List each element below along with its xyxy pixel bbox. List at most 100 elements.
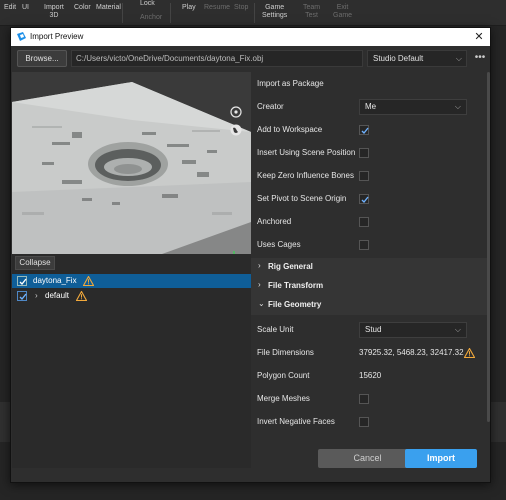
import-as-package-row: Import as Package (251, 73, 479, 96)
ribbon-color[interactable]: Color (74, 4, 91, 12)
roblox-studio-icon (17, 32, 26, 41)
add-to-workspace-row: Add to Workspace (251, 119, 479, 142)
invert-negative-faces-checkbox[interactable] (359, 417, 369, 427)
import-settings-panel: Import as Package Creator Me ⌵ Add to Wo… (251, 72, 487, 468)
ribbon-lock[interactable]: Lock (140, 0, 155, 8)
ribbon-stop[interactable]: Stop (234, 4, 248, 12)
ribbon-edit[interactable]: Edit (4, 4, 16, 12)
checkmark-icon (361, 127, 369, 135)
globe-icon[interactable] (229, 123, 243, 137)
import-button[interactable]: Import (405, 449, 477, 468)
properties-scrollbar[interactable] (487, 72, 490, 422)
add-to-workspace-label: Add to Workspace (257, 125, 323, 134)
ribbon-divider (254, 3, 255, 23)
uses-cages-checkbox[interactable] (359, 240, 369, 250)
close-button[interactable]: ✕ (473, 30, 485, 44)
title-bar[interactable]: Import Preview ✕ (11, 28, 490, 46)
anchored-checkbox[interactable] (359, 217, 369, 227)
scale-unit-value: Stud (365, 325, 382, 334)
insert-using-scene-position-label: Insert Using Scene Position (257, 148, 356, 157)
chevron-down-icon: ⌵ (454, 102, 461, 111)
more-options-button[interactable]: ••• (473, 50, 487, 67)
creator-value: Me (365, 102, 377, 111)
file-path-field[interactable]: C:/Users/victo/OneDrive/Documents/dayton… (71, 50, 363, 67)
invert-negative-faces-label: Invert Negative Faces (257, 417, 335, 426)
add-to-workspace-checkbox[interactable] (359, 125, 369, 135)
tree-label: daytona_Fix (33, 276, 77, 285)
ribbon-resume[interactable]: Resume (204, 4, 230, 12)
tree-row-default[interactable]: › default (12, 289, 251, 303)
browse-button[interactable]: Browse... (17, 50, 67, 67)
ribbon-anchor[interactable]: Anchor (140, 14, 162, 22)
ribbon-team-test[interactable]: Team Test (303, 4, 320, 20)
file-transform-section[interactable]: › File Transform (251, 277, 487, 296)
chevron-right-icon: › (258, 280, 261, 289)
polygon-count-label: Polygon Count (257, 371, 310, 380)
rotate-view-icon[interactable] (229, 105, 243, 119)
warning-triangle-icon (83, 276, 94, 286)
insert-using-scene-position-row: Insert Using Scene Position (251, 142, 479, 165)
warning-triangle-icon (76, 291, 87, 301)
keep-zero-influence-bones-checkbox[interactable] (359, 171, 369, 181)
merge-meshes-label: Merge Meshes (257, 394, 310, 403)
scale-unit-label: Scale Unit (257, 325, 294, 334)
tree-checkbox[interactable] (17, 291, 27, 301)
invert-negative-faces-row: Invert Negative Faces (251, 411, 479, 434)
file-dimensions-row: File Dimensions 37925.32, 5468.23, 32417… (251, 342, 479, 365)
anchored-label: Anchored (257, 217, 292, 226)
chevron-right-icon: › (258, 261, 261, 270)
chevron-right-icon[interactable]: › (35, 289, 38, 303)
import-preview-dialog: Import Preview ✕ Browse... C:/Users/vict… (10, 27, 491, 483)
cancel-button[interactable]: Cancel (318, 449, 417, 468)
set-pivot-to-scene-origin-label: Set Pivot to Scene Origin (257, 194, 347, 203)
keep-zero-influence-bones-label: Keep Zero Influence Bones (257, 171, 354, 180)
ribbon-exit-game[interactable]: Exit Game (333, 4, 352, 20)
ribbon-divider (122, 3, 123, 23)
merge-meshes-row: Merge Meshes (251, 388, 479, 411)
ribbon-material[interactable]: Material (96, 4, 121, 12)
ribbon-divider (170, 3, 171, 23)
file-geometry-section[interactable]: ⌄ File Geometry (251, 296, 487, 315)
keep-zero-influence-bones-row: Keep Zero Influence Bones (251, 165, 479, 188)
model-preview-viewport[interactable] (12, 72, 251, 254)
file-toolbar: Browse... C:/Users/victo/OneDrive/Docume… (11, 46, 490, 71)
section-title: File Transform (268, 281, 324, 290)
chevron-down-icon: ⌄ (258, 299, 265, 308)
polygon-count-row: Polygon Count 15620 (251, 365, 479, 388)
creator-dropdown[interactable]: Me ⌵ (359, 99, 467, 115)
uses-cages-label: Uses Cages (257, 240, 301, 249)
rig-general-section[interactable]: › Rig General (251, 258, 487, 277)
ribbon-ui[interactable]: UI (22, 4, 29, 12)
preset-dropdown[interactable]: Studio Default ⌵ (367, 50, 467, 67)
creator-row: Creator Me ⌵ (251, 96, 479, 119)
model-hierarchy-panel: Collapse daytona_Fix › default (12, 254, 251, 468)
preset-value: Studio Default (373, 54, 424, 63)
tree-checkbox[interactable] (17, 276, 27, 286)
import-as-package-label: Import as Package (257, 79, 324, 88)
scale-unit-dropdown[interactable]: Stud ⌵ (359, 322, 467, 338)
checkmark-icon (361, 196, 369, 204)
checkmark-icon (19, 293, 27, 301)
creator-label: Creator (257, 102, 284, 111)
uses-cages-row: Uses Cages (251, 234, 479, 257)
warning-triangle-icon (464, 348, 475, 358)
set-pivot-to-scene-origin-checkbox[interactable] (359, 194, 369, 204)
studio-ribbon: Edit UI Import 3D Color Material Lock An… (0, 0, 506, 26)
chevron-down-icon: ⌵ (454, 325, 461, 334)
polygon-count-value: 15620 (359, 371, 382, 380)
collapse-button[interactable]: Collapse (15, 256, 55, 270)
section-title: Rig General (268, 262, 313, 271)
section-title: File Geometry (268, 300, 322, 309)
set-pivot-to-scene-origin-row: Set Pivot to Scene Origin (251, 188, 479, 211)
merge-meshes-checkbox[interactable] (359, 394, 369, 404)
ribbon-game-settings[interactable]: Game Settings (262, 4, 287, 20)
ribbon-import-3d[interactable]: Import 3D (44, 4, 64, 20)
checkmark-icon (19, 278, 27, 286)
tree-row-daytona-fix[interactable]: daytona_Fix (12, 274, 251, 288)
ribbon-play[interactable]: Play (182, 4, 196, 12)
chevron-down-icon: ⌵ (455, 54, 462, 63)
scale-unit-row: Scale Unit Stud ⌵ (251, 319, 479, 342)
tree-label: default (45, 291, 70, 300)
insert-using-scene-position-checkbox[interactable] (359, 148, 369, 158)
terrain-preview-image (12, 72, 251, 254)
